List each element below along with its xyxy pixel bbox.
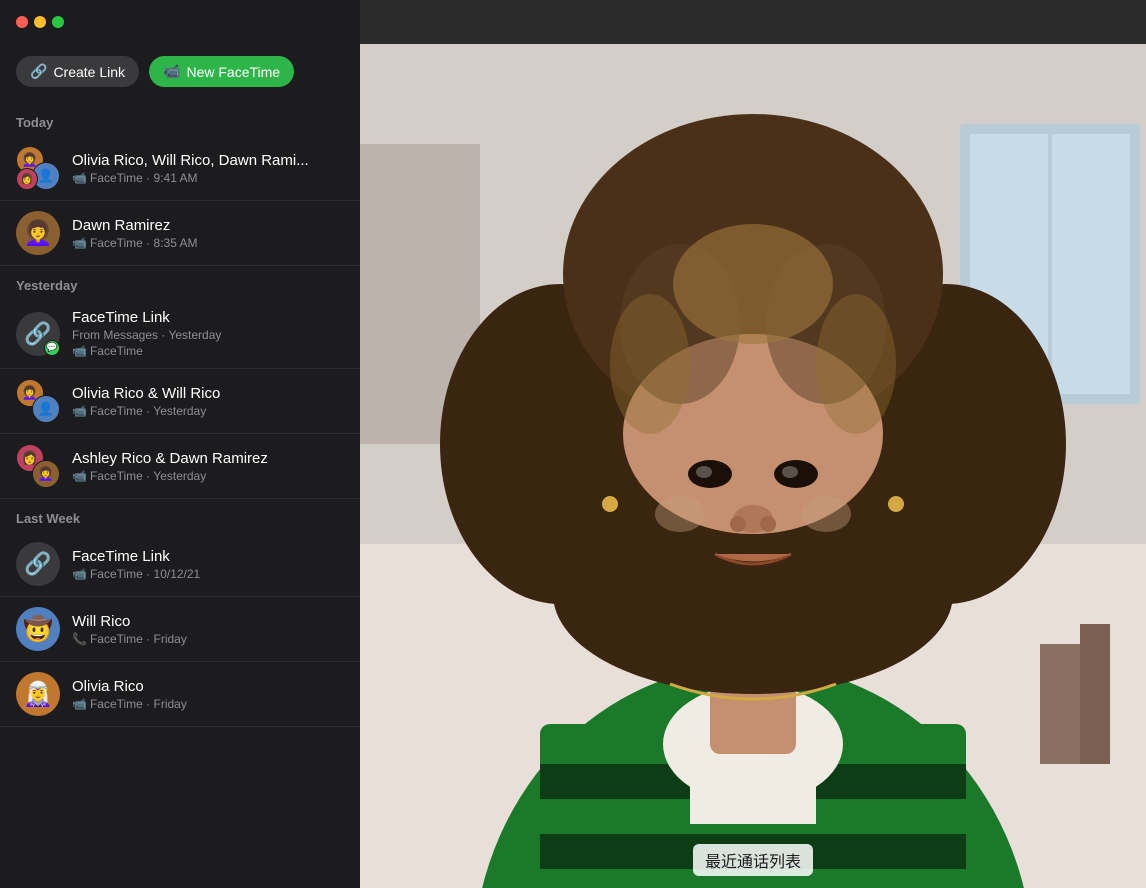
call-detail: 📹 FaceTime · Yesterday: [72, 469, 344, 483]
sidebar: 🔗 Create Link 📹 New FaceTime Today 👩‍🦱 👤: [0, 44, 360, 888]
call-detail: 📹 FaceTime · 9:41 AM: [72, 171, 344, 185]
close-button[interactable]: [16, 16, 28, 28]
avatar-dawn: 👩: [16, 168, 38, 190]
call-name: Dawn Ramirez: [72, 217, 344, 234]
call-info: Olivia Rico & Will Rico 📹 FaceTime · Yes…: [72, 385, 344, 418]
video-icon: 📹: [72, 469, 87, 483]
section-yesterday: Yesterday: [0, 266, 360, 299]
call-item-yesterday-3[interactable]: 👩 👩‍🦱 Ashley Rico & Dawn Ramirez 📹 FaceT…: [0, 434, 360, 499]
traffic-lights: [16, 16, 64, 28]
call-item-lastweek-2[interactable]: 🤠 Will Rico 📞 FaceTime · Friday: [0, 597, 360, 662]
avatar-link2: 🔗: [16, 542, 60, 586]
avatar-will-rico: 🤠: [16, 607, 60, 651]
call-name: Will Rico: [72, 613, 344, 630]
avatar-container: 🔗: [16, 542, 60, 586]
call-detail: 📹 FaceTime · 8:35 AM: [72, 236, 344, 250]
avatar-dawn-ramirez: 👩‍🦱: [16, 211, 60, 255]
avatar-container: 🔗 💬: [16, 312, 60, 356]
avatar-container: 🤠: [16, 607, 60, 651]
avatar-container: 🧝‍♀️: [16, 672, 60, 716]
call-sub-detail: From Messages · Yesterday: [72, 328, 344, 342]
call-info: FaceTime Link 📹 FaceTime · 10/12/21: [72, 548, 344, 581]
video-icon: 📹: [72, 171, 87, 185]
call-name: FaceTime Link: [72, 548, 344, 565]
create-link-button[interactable]: 🔗 Create Link: [16, 56, 139, 87]
new-facetime-button[interactable]: 📹 New FaceTime: [149, 56, 294, 87]
create-link-label: Create Link: [53, 64, 125, 80]
avatar-group: 👩‍🦱 👤: [16, 379, 60, 423]
call-item-today-1[interactable]: 👩‍🦱 👤 👩 Olivia Rico, Will Rico, Dawn Ram…: [0, 136, 360, 201]
avatar-will: 👤: [32, 395, 60, 423]
call-item-lastweek-1[interactable]: 🔗 FaceTime Link 📹 FaceTime · 10/12/21: [0, 532, 360, 597]
section-today: Today: [0, 103, 360, 136]
messages-badge: 💬: [44, 340, 60, 356]
call-info: Olivia Rico, Will Rico, Dawn Rami... 📹 F…: [72, 152, 344, 185]
avatar-olivia-rico: 🧝‍♀️: [16, 672, 60, 716]
video-icon: 📹: [72, 697, 87, 711]
call-info: Ashley Rico & Dawn Ramirez 📹 FaceTime · …: [72, 450, 344, 483]
call-name: Ashley Rico & Dawn Ramirez: [72, 450, 344, 467]
maximize-button[interactable]: [52, 16, 64, 28]
video-camera-icon: 📹: [163, 63, 180, 80]
call-item-yesterday-2[interactable]: 👩‍🦱 👤 Olivia Rico & Will Rico 📹 FaceTime…: [0, 369, 360, 434]
caption-text: 最近通话列表: [693, 844, 813, 876]
call-item-yesterday-1[interactable]: 🔗 💬 FaceTime Link From Messages · Yester…: [0, 299, 360, 369]
phone-icon: 📞: [72, 632, 87, 646]
call-name: Olivia Rico, Will Rico, Dawn Rami...: [72, 152, 344, 169]
call-item-lastweek-3[interactable]: 🧝‍♀️ Olivia Rico 📹 FaceTime · Friday: [0, 662, 360, 727]
call-detail: 📹 FaceTime · Friday: [72, 697, 344, 711]
video-icon: 📹: [72, 567, 87, 581]
avatar-dawn2: 👩‍🦱: [32, 460, 60, 488]
call-info: Olivia Rico 📹 FaceTime · Friday: [72, 678, 344, 711]
call-info: Dawn Ramirez 📹 FaceTime · 8:35 AM: [72, 217, 344, 250]
minimize-button[interactable]: [34, 16, 46, 28]
call-detail: 📹 FaceTime: [72, 344, 344, 358]
call-item-today-2[interactable]: 👩‍🦱 Dawn Ramirez 📹 FaceTime · 8:35 AM: [0, 201, 360, 266]
main-content: 最近通话列表: [360, 44, 1146, 888]
new-facetime-label: New FaceTime: [186, 64, 280, 80]
video-icon: 📹: [72, 236, 87, 250]
avatar-group: 👩 👩‍🦱: [16, 444, 60, 488]
avatar-container: 👩‍🦱: [16, 211, 60, 255]
title-bar: [0, 0, 360, 44]
section-last-week: Last Week: [0, 499, 360, 532]
video-icon: 📹: [72, 404, 87, 418]
call-info: FaceTime Link From Messages · Yesterday …: [72, 309, 344, 358]
call-info: Will Rico 📞 FaceTime · Friday: [72, 613, 344, 646]
call-name: Olivia Rico & Will Rico: [72, 385, 344, 402]
call-name: Olivia Rico: [72, 678, 344, 695]
call-detail: 📹 FaceTime · Yesterday: [72, 404, 344, 418]
call-list: Today 👩‍🦱 👤 👩 Olivia Rico, Will Rico, Da…: [0, 103, 360, 888]
caption-area: 最近通话列表: [360, 832, 1146, 888]
sidebar-header: 🔗 Create Link 📹 New FaceTime: [0, 44, 360, 103]
facetime-video: [360, 44, 1146, 888]
call-name: FaceTime Link: [72, 309, 344, 326]
call-detail: 📞 FaceTime · Friday: [72, 632, 344, 646]
call-detail: 📹 FaceTime · 10/12/21: [72, 567, 344, 581]
video-icon: 📹: [72, 344, 87, 358]
avatar-group: 👩‍🦱 👤 👩: [16, 146, 60, 190]
link-icon: 🔗: [30, 63, 47, 80]
